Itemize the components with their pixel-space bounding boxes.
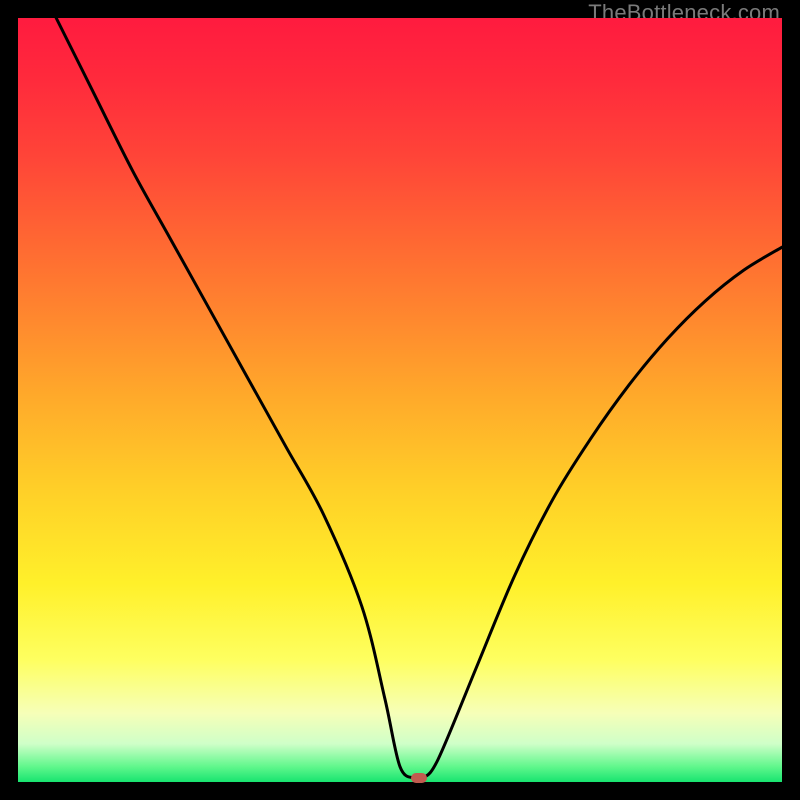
bottleneck-curve-path bbox=[56, 18, 782, 780]
curve-svg bbox=[18, 18, 782, 782]
chart-frame: TheBottleneck.com bbox=[0, 0, 800, 800]
plot-area bbox=[18, 18, 782, 782]
optimum-marker bbox=[411, 773, 427, 783]
